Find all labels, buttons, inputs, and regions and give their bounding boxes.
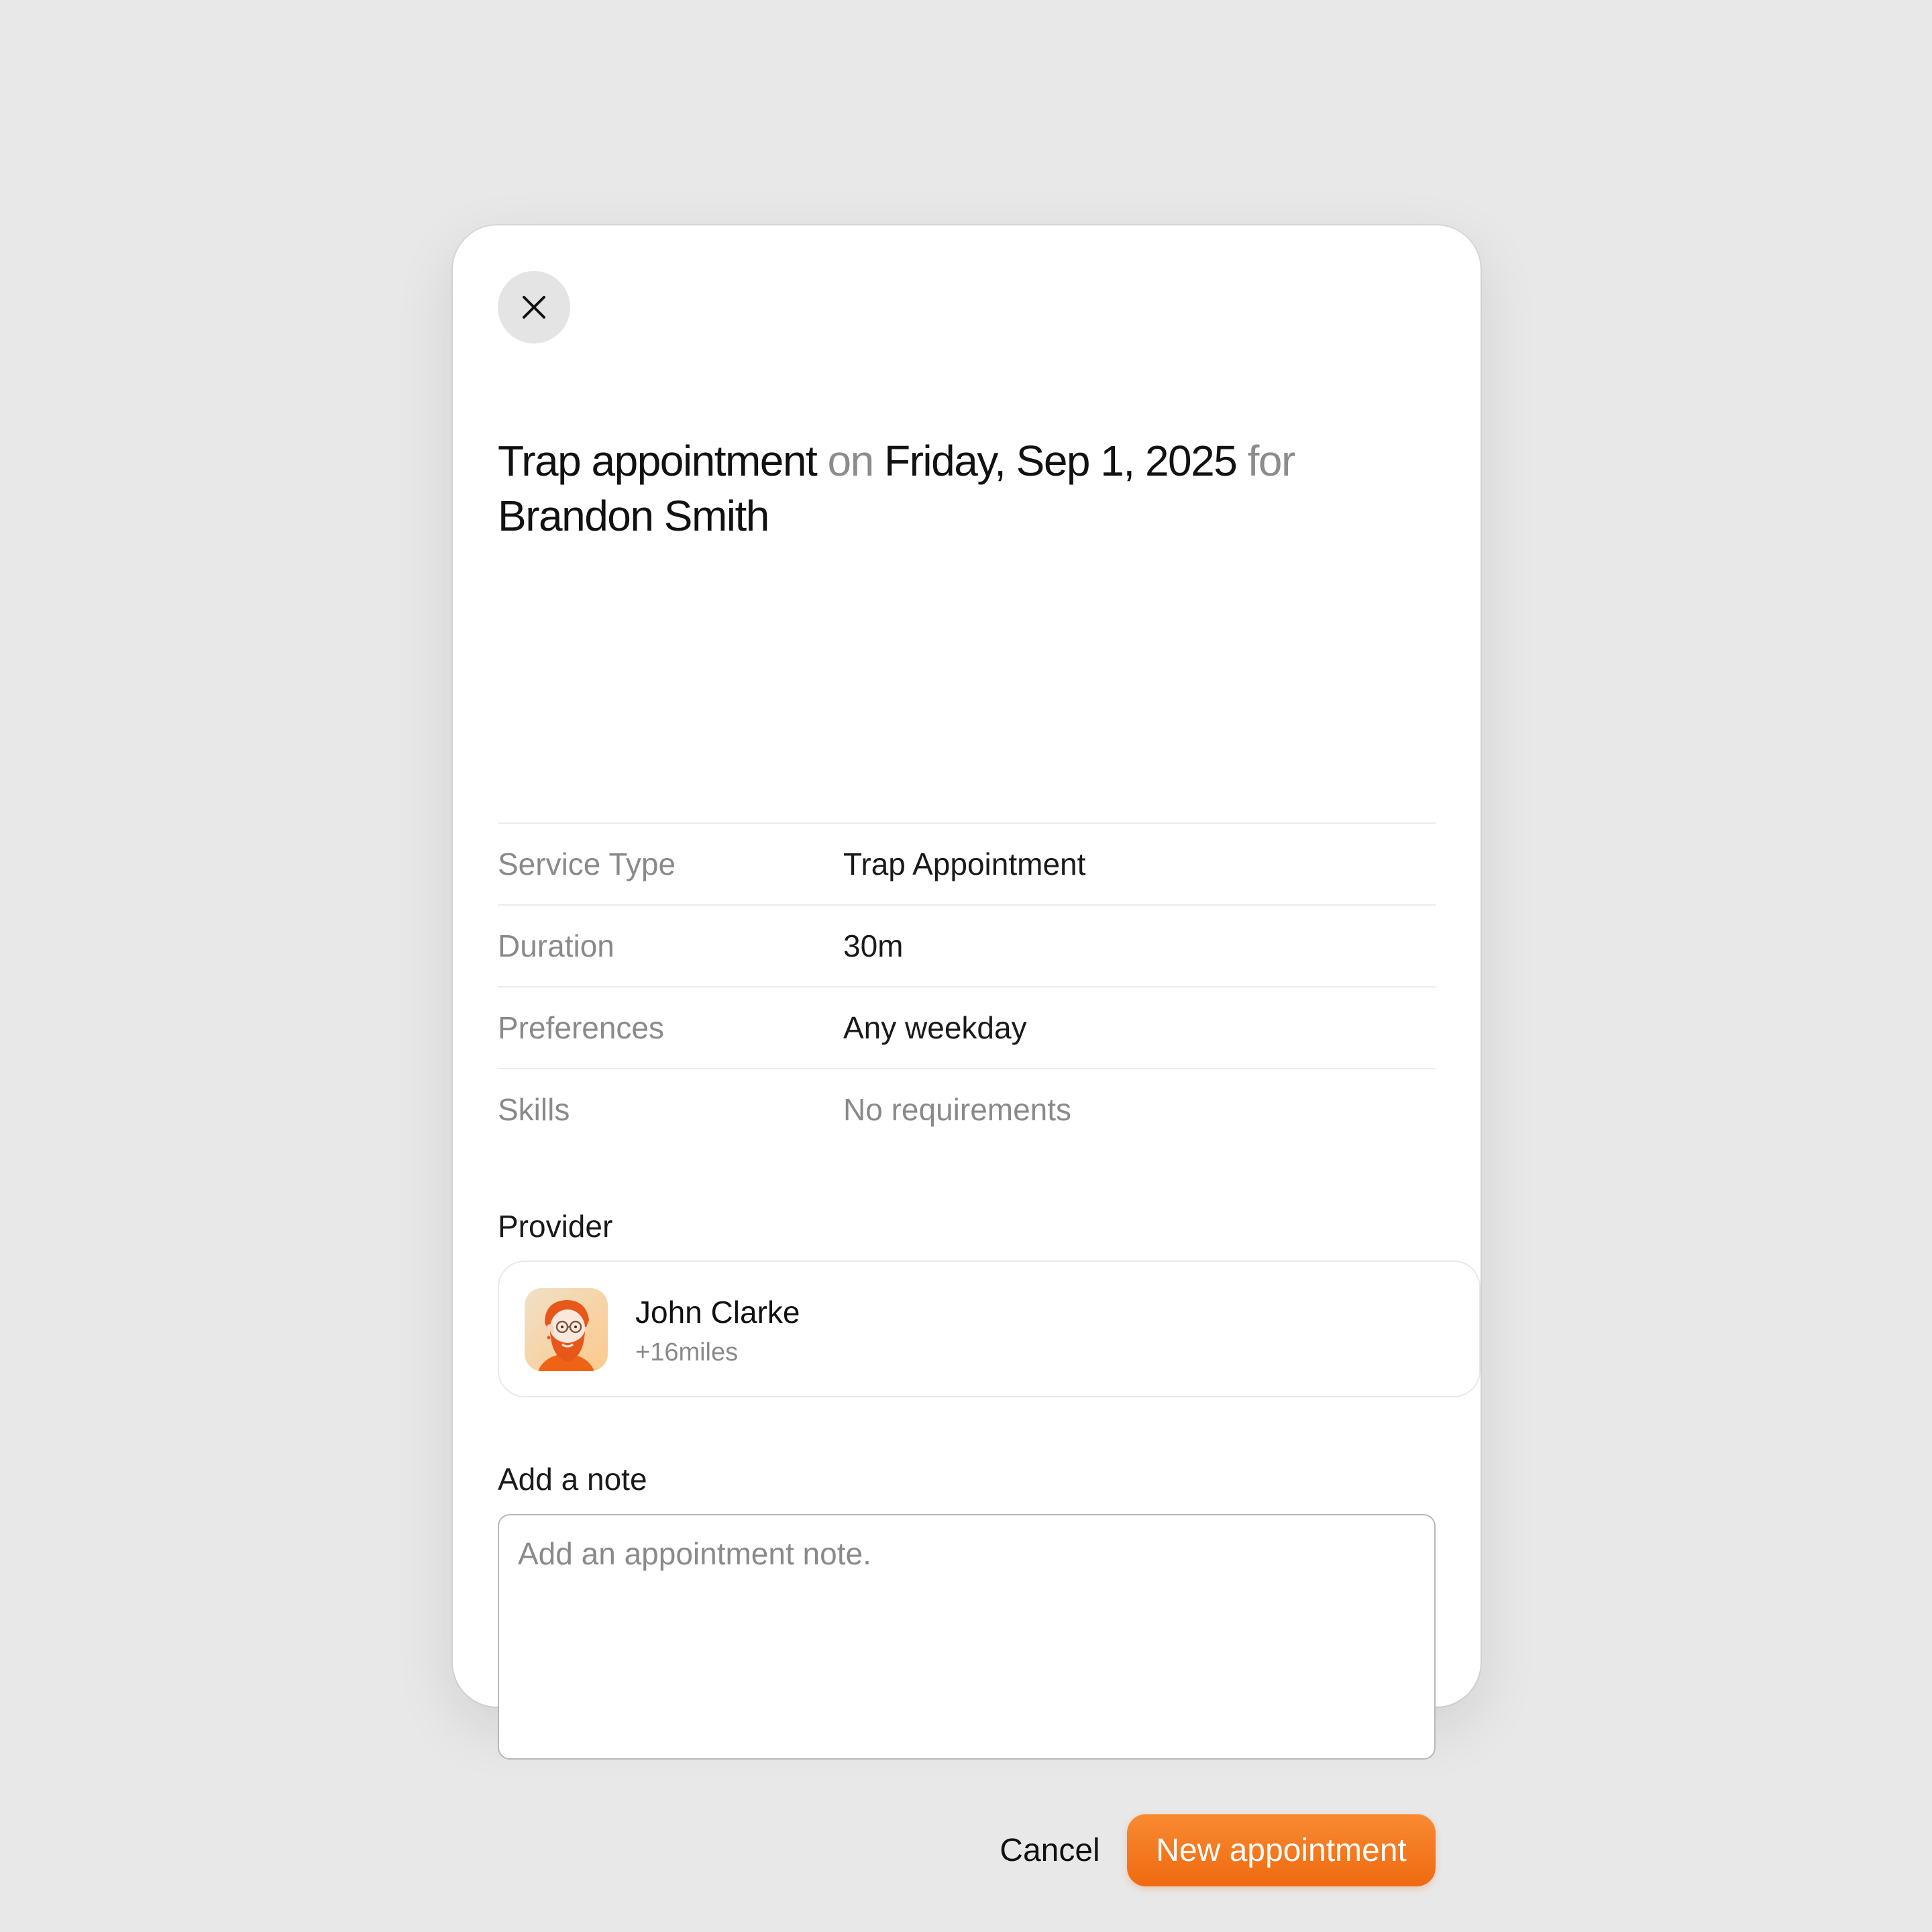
title-client: Brandon Smith	[498, 492, 769, 540]
detail-label: Preferences	[498, 1010, 665, 1045]
detail-label: Service Type	[498, 847, 676, 881]
provider-section-label: Provider	[498, 1209, 613, 1244]
detail-row-duration: Duration 30m	[498, 904, 1436, 986]
detail-label: Skills	[498, 1092, 570, 1127]
close-icon	[523, 296, 545, 319]
new-appointment-button[interactable]: New appointment	[1127, 1814, 1436, 1886]
provider-card[interactable]: John Clarke +16miles	[498, 1260, 1481, 1397]
provider-name: John Clarke	[635, 1295, 800, 1330]
detail-row-skills: Skills No requirements	[498, 1068, 1436, 1150]
detail-row-preferences: Preferences Any weekday	[498, 986, 1436, 1068]
title-on: on	[816, 437, 884, 485]
detail-value: Any weekday	[843, 1010, 1027, 1045]
title-date: Friday, Sep 1, 2025	[884, 437, 1238, 485]
appointment-details: Service Type Trap Appointment Duration 3…	[498, 822, 1436, 1150]
title-for: for	[1236, 437, 1296, 485]
close-button[interactable]	[498, 271, 570, 343]
title-service: Trap appointment	[498, 437, 818, 485]
bearded-man-avatar-icon	[525, 1288, 608, 1371]
detail-label: Duration	[498, 928, 614, 963]
cancel-button[interactable]: Cancel	[956, 1814, 1144, 1886]
detail-value: 30m	[843, 928, 904, 963]
new-appointment-dialog: Trap appointment on Friday, Sep 1, 2025 …	[453, 225, 1481, 1886]
detail-row-service-type: Service Type Trap Appointment	[498, 822, 1436, 904]
detail-value: No requirements	[843, 1092, 1072, 1127]
dialog-title: Trap appointment on Friday, Sep 1, 2025 …	[498, 433, 1437, 543]
provider-distance: +16miles	[635, 1338, 739, 1366]
appointment-note-input[interactable]	[498, 1514, 1436, 1760]
detail-value: Trap Appointment	[843, 847, 1086, 881]
note-section-label: Add a note	[498, 1462, 647, 1497]
